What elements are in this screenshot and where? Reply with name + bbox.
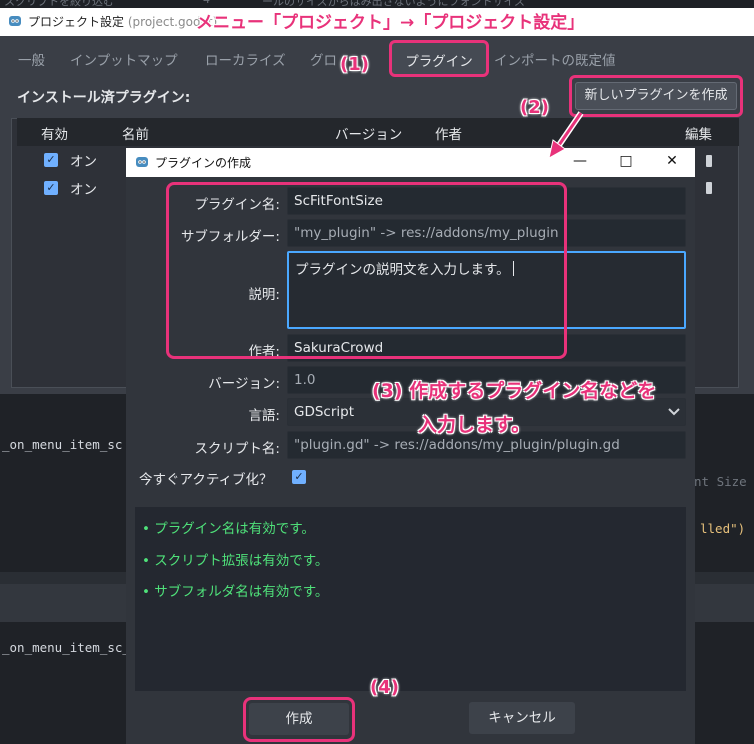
status-plugin-name: • プラグイン名は有効です。 [142, 521, 315, 537]
tab-general[interactable]: 一般 [18, 50, 45, 76]
tab-import-defaults[interactable]: インポートの既定値 [494, 50, 616, 76]
code-line-right: nt Size [694, 474, 747, 489]
status-subfolder: • サブフォルダ名は有効です。 [142, 584, 329, 600]
close-icon[interactable]: ✕ [649, 148, 695, 177]
status-script-extension: • スクリプト拡張は有効です。 [142, 553, 329, 569]
column-edit: 編集 [685, 127, 712, 143]
input-fields-highlight [166, 182, 567, 359]
arrow-icon [548, 111, 584, 159]
annotation-header: メニュー「プロジェクト」→「プロジェクト設定」 [196, 13, 585, 33]
language-value: GDScript [294, 404, 355, 420]
code-line: _on_menu_item_sc_ [2, 640, 130, 655]
tab-localization[interactable]: ローカライズ [205, 50, 286, 76]
annotation-step1: (1) [340, 54, 369, 75]
column-author: 作者 [435, 127, 462, 143]
version-label: バージョン: [208, 376, 280, 392]
annotation-step4: (4) [370, 677, 399, 698]
column-version: バージョン [335, 127, 403, 143]
line-number: 4 [203, 0, 210, 6]
tab-input-map[interactable]: インプットマップ [70, 50, 178, 76]
create-button-highlight [243, 697, 355, 742]
godot-logo-icon [9, 16, 21, 26]
create-new-plugin-button[interactable]: 新しいプラグインを作成 [575, 82, 737, 110]
column-name: 名前 [122, 127, 149, 143]
script-name-label: スクリプト名: [194, 441, 280, 457]
plugin-state: オン [70, 182, 97, 198]
code-comment-text: ールのサイズからはみ出さないようにフォントサイズ [262, 0, 526, 8]
cancel-button[interactable]: キャンセル [469, 702, 575, 734]
editor-top-strip: スクリプトを絞り込む 4 ールのサイズからはみ出さないようにフォントサイズ [0, 0, 754, 8]
window-title-text: プロジェクト設定 [28, 15, 125, 29]
annotation-step3-line1: (3) 作成するプラグイン名などを [372, 380, 657, 402]
code-line-right: lled") [700, 521, 746, 536]
edit-icon[interactable] [706, 182, 712, 194]
chevron-down-icon [668, 408, 680, 416]
plugin-state: オン [70, 154, 97, 170]
dialog-title: プラグインの作成 [155, 156, 252, 170]
plugin-enabled-checkbox[interactable]: ✓ [44, 153, 58, 167]
installed-plugins-label: インストール済プラグイン: [17, 90, 191, 106]
project-settings-title: プロジェクト設定 (project.godot) [28, 13, 217, 30]
code-line: _on_menu_item_sc [2, 437, 123, 452]
maximize-icon[interactable]: □ [603, 148, 649, 177]
activate-now-checkbox[interactable]: ✓ [292, 470, 306, 484]
activate-now-label: 今すぐアクティブ化？ [139, 472, 273, 488]
annotation-step3-line2: 入力します。 [418, 414, 531, 436]
plugin-enabled-checkbox[interactable]: ✓ [44, 181, 58, 195]
filter-scripts-text: スクリプトを絞り込む [4, 0, 114, 8]
godot-logo-icon [136, 157, 148, 167]
language-label: 言語: [248, 408, 280, 424]
edit-icon[interactable] [706, 155, 712, 167]
column-enabled: 有効 [41, 127, 68, 143]
tab-globals[interactable]: グロ [310, 50, 337, 76]
tab-plugins[interactable]: プラグイン [389, 50, 489, 70]
